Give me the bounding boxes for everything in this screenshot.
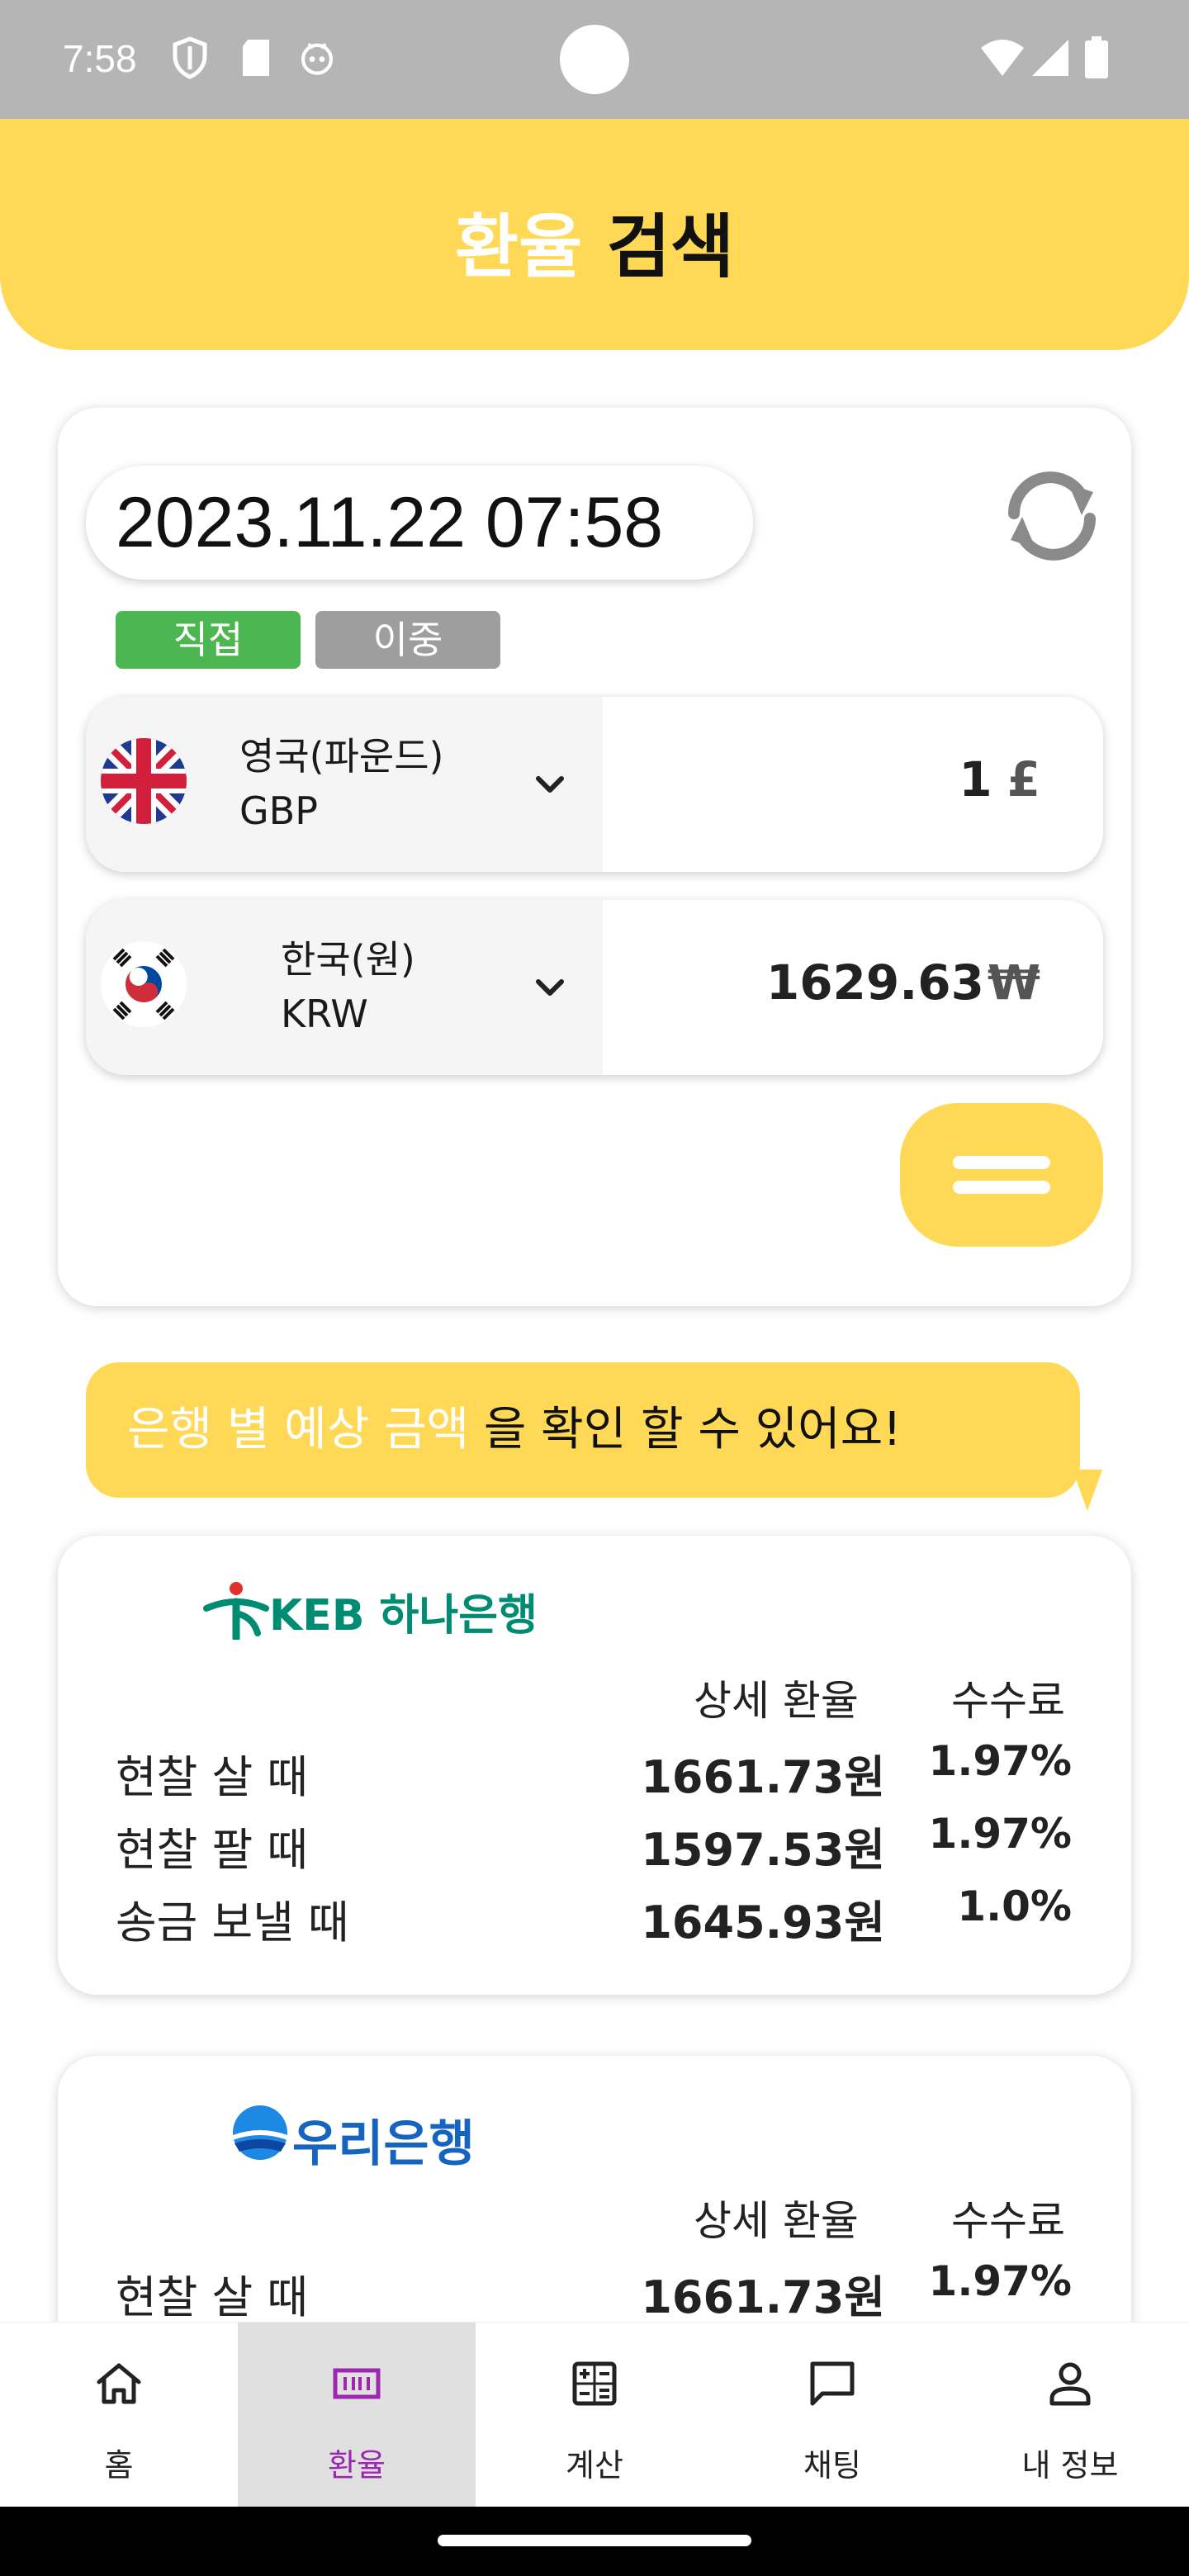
row-rate-cash-buy: 1661.73원 xyxy=(641,1751,885,1803)
page-title: 환율 검색 xyxy=(0,192,1189,291)
from-currency-symbol: £ xyxy=(1007,751,1040,807)
row-fee-cash-buy: 1.97% xyxy=(928,2257,1072,2305)
row-fee-cash-buy: 1.97% xyxy=(928,1737,1072,1785)
row-label-remit: 송금 보낼 때 xyxy=(116,1896,349,1949)
row-label-cash-sell: 현찰 팔 때 xyxy=(116,1824,309,1876)
row-label-cash-buy: 현찰 살 때 xyxy=(116,2271,309,2323)
exchange-icon xyxy=(333,2368,381,2399)
nav-home-label: 홈 xyxy=(104,2447,134,2484)
nav-chat-label: 채팅 xyxy=(803,2447,861,2484)
row-label-cash-buy: 현찰 살 때 xyxy=(116,1751,309,1803)
uk-flag-icon xyxy=(101,738,187,824)
rate-column-header: 상세 환율 xyxy=(694,1677,859,1725)
row-rate-cash-sell: 1597.53원 xyxy=(641,1824,885,1876)
nav-calculator[interactable]: 계산 xyxy=(476,2323,713,2507)
nav-profile-label: 내 정보 xyxy=(1021,2447,1119,2484)
from-currency-code: GBP xyxy=(239,788,318,833)
to-currency-name: 한국(원) xyxy=(281,937,415,982)
page-title-rest: 검색 xyxy=(582,206,735,287)
system-gesture-bar xyxy=(0,2507,1189,2576)
status-bar: 7:58 xyxy=(0,0,1189,119)
from-currency-row: 영국(파운드) GBP 1 £ xyxy=(86,697,1103,872)
fee-column-header: 수수료 xyxy=(951,2197,1065,2245)
refresh-icon[interactable] xyxy=(996,467,1108,563)
bank-card-hana: KEB 하나은행 상세 환율 수수료 현찰 살 때 1661.73원 1.97%… xyxy=(58,1536,1131,1995)
row-rate-remit: 1645.93원 xyxy=(641,1896,885,1949)
equals-icon-line-bottom xyxy=(953,1181,1050,1194)
nav-chat[interactable]: 채팅 xyxy=(713,2323,951,2507)
tab-direct[interactable]: 직접 xyxy=(116,611,301,669)
hana-bank-name: KEB 하나은행 xyxy=(269,1591,538,1641)
battery-icon xyxy=(1085,36,1108,78)
app-header: 환율 검색 xyxy=(0,119,1189,350)
fee-column-header: 수수료 xyxy=(951,1677,1065,1725)
from-currency-name: 영국(파운드) xyxy=(239,734,444,779)
status-time: 7:58 xyxy=(63,37,137,80)
shield-icon xyxy=(173,36,207,79)
chevron-down-icon xyxy=(536,776,564,793)
to-currency-select[interactable]: 한국(원) KRW xyxy=(86,900,603,1075)
nav-home[interactable]: 홈 xyxy=(0,2323,238,2507)
to-amount: 1629.63₩ xyxy=(766,954,1040,1011)
woori-logo-icon xyxy=(233,2105,287,2160)
converter-card: 2023.11.22 07:58 직접 이중 영국(파운드) GBP 1 £ 한… xyxy=(58,408,1131,1306)
profile-icon xyxy=(1049,2362,1091,2406)
front-camera xyxy=(560,25,629,94)
home-gesture-handle[interactable] xyxy=(438,2535,751,2546)
home-icon xyxy=(97,2363,141,2404)
robot-icon xyxy=(301,42,334,75)
sd-card-icon xyxy=(243,40,269,76)
from-amount[interactable]: 1 £ xyxy=(959,751,1040,807)
signal-icon xyxy=(1032,40,1068,76)
to-currency-symbol: ₩ xyxy=(988,954,1040,1011)
nav-calculator-label: 계산 xyxy=(566,2447,623,2484)
nav-exchange-label: 환율 xyxy=(328,2447,386,2484)
rate-column-header: 상세 환율 xyxy=(694,2197,859,2245)
row-rate-cash-buy: 1661.73원 xyxy=(641,2271,885,2323)
wifi-icon xyxy=(981,40,1024,76)
nav-exchange[interactable]: 환율 xyxy=(238,2323,476,2507)
to-currency-row: 한국(원) KRW 1629.63₩ xyxy=(86,900,1103,1075)
to-currency-code: KRW xyxy=(281,992,368,1036)
row-fee-remit: 1.0% xyxy=(957,1882,1072,1930)
tab-double[interactable]: 이중 xyxy=(315,611,500,669)
nav-profile[interactable]: 내 정보 xyxy=(951,2323,1189,2507)
chevron-down-icon xyxy=(536,979,564,996)
woori-bank-name: 우리은행 xyxy=(292,2115,475,2173)
row-fee-cash-sell: 1.97% xyxy=(928,1810,1072,1858)
info-bubble: 은행 별 예상 금액 을 확인 할 수 있어요! xyxy=(86,1362,1080,1498)
convert-button[interactable] xyxy=(900,1103,1103,1247)
bottom-navigation: 홈 환율 계산 채팅 내 정보 xyxy=(0,2322,1189,2507)
info-bubble-highlight: 은행 별 예상 금액 xyxy=(127,1403,470,1456)
info-bubble-text: 을 확인 할 수 있어요! xyxy=(469,1403,902,1456)
chat-icon xyxy=(810,2361,855,2406)
page-title-highlight: 환율 xyxy=(454,206,583,287)
calculator-icon xyxy=(572,2361,617,2406)
datetime-display: 2023.11.22 07:58 xyxy=(86,466,753,580)
hana-logo-icon xyxy=(203,1582,269,1640)
to-amount-value: 1629.63 xyxy=(765,954,985,1011)
from-currency-select[interactable]: 영국(파운드) GBP xyxy=(86,697,603,872)
from-amount-value: 1 xyxy=(959,751,992,807)
equals-icon-line-top xyxy=(953,1156,1050,1169)
korea-flag-icon xyxy=(101,941,187,1027)
